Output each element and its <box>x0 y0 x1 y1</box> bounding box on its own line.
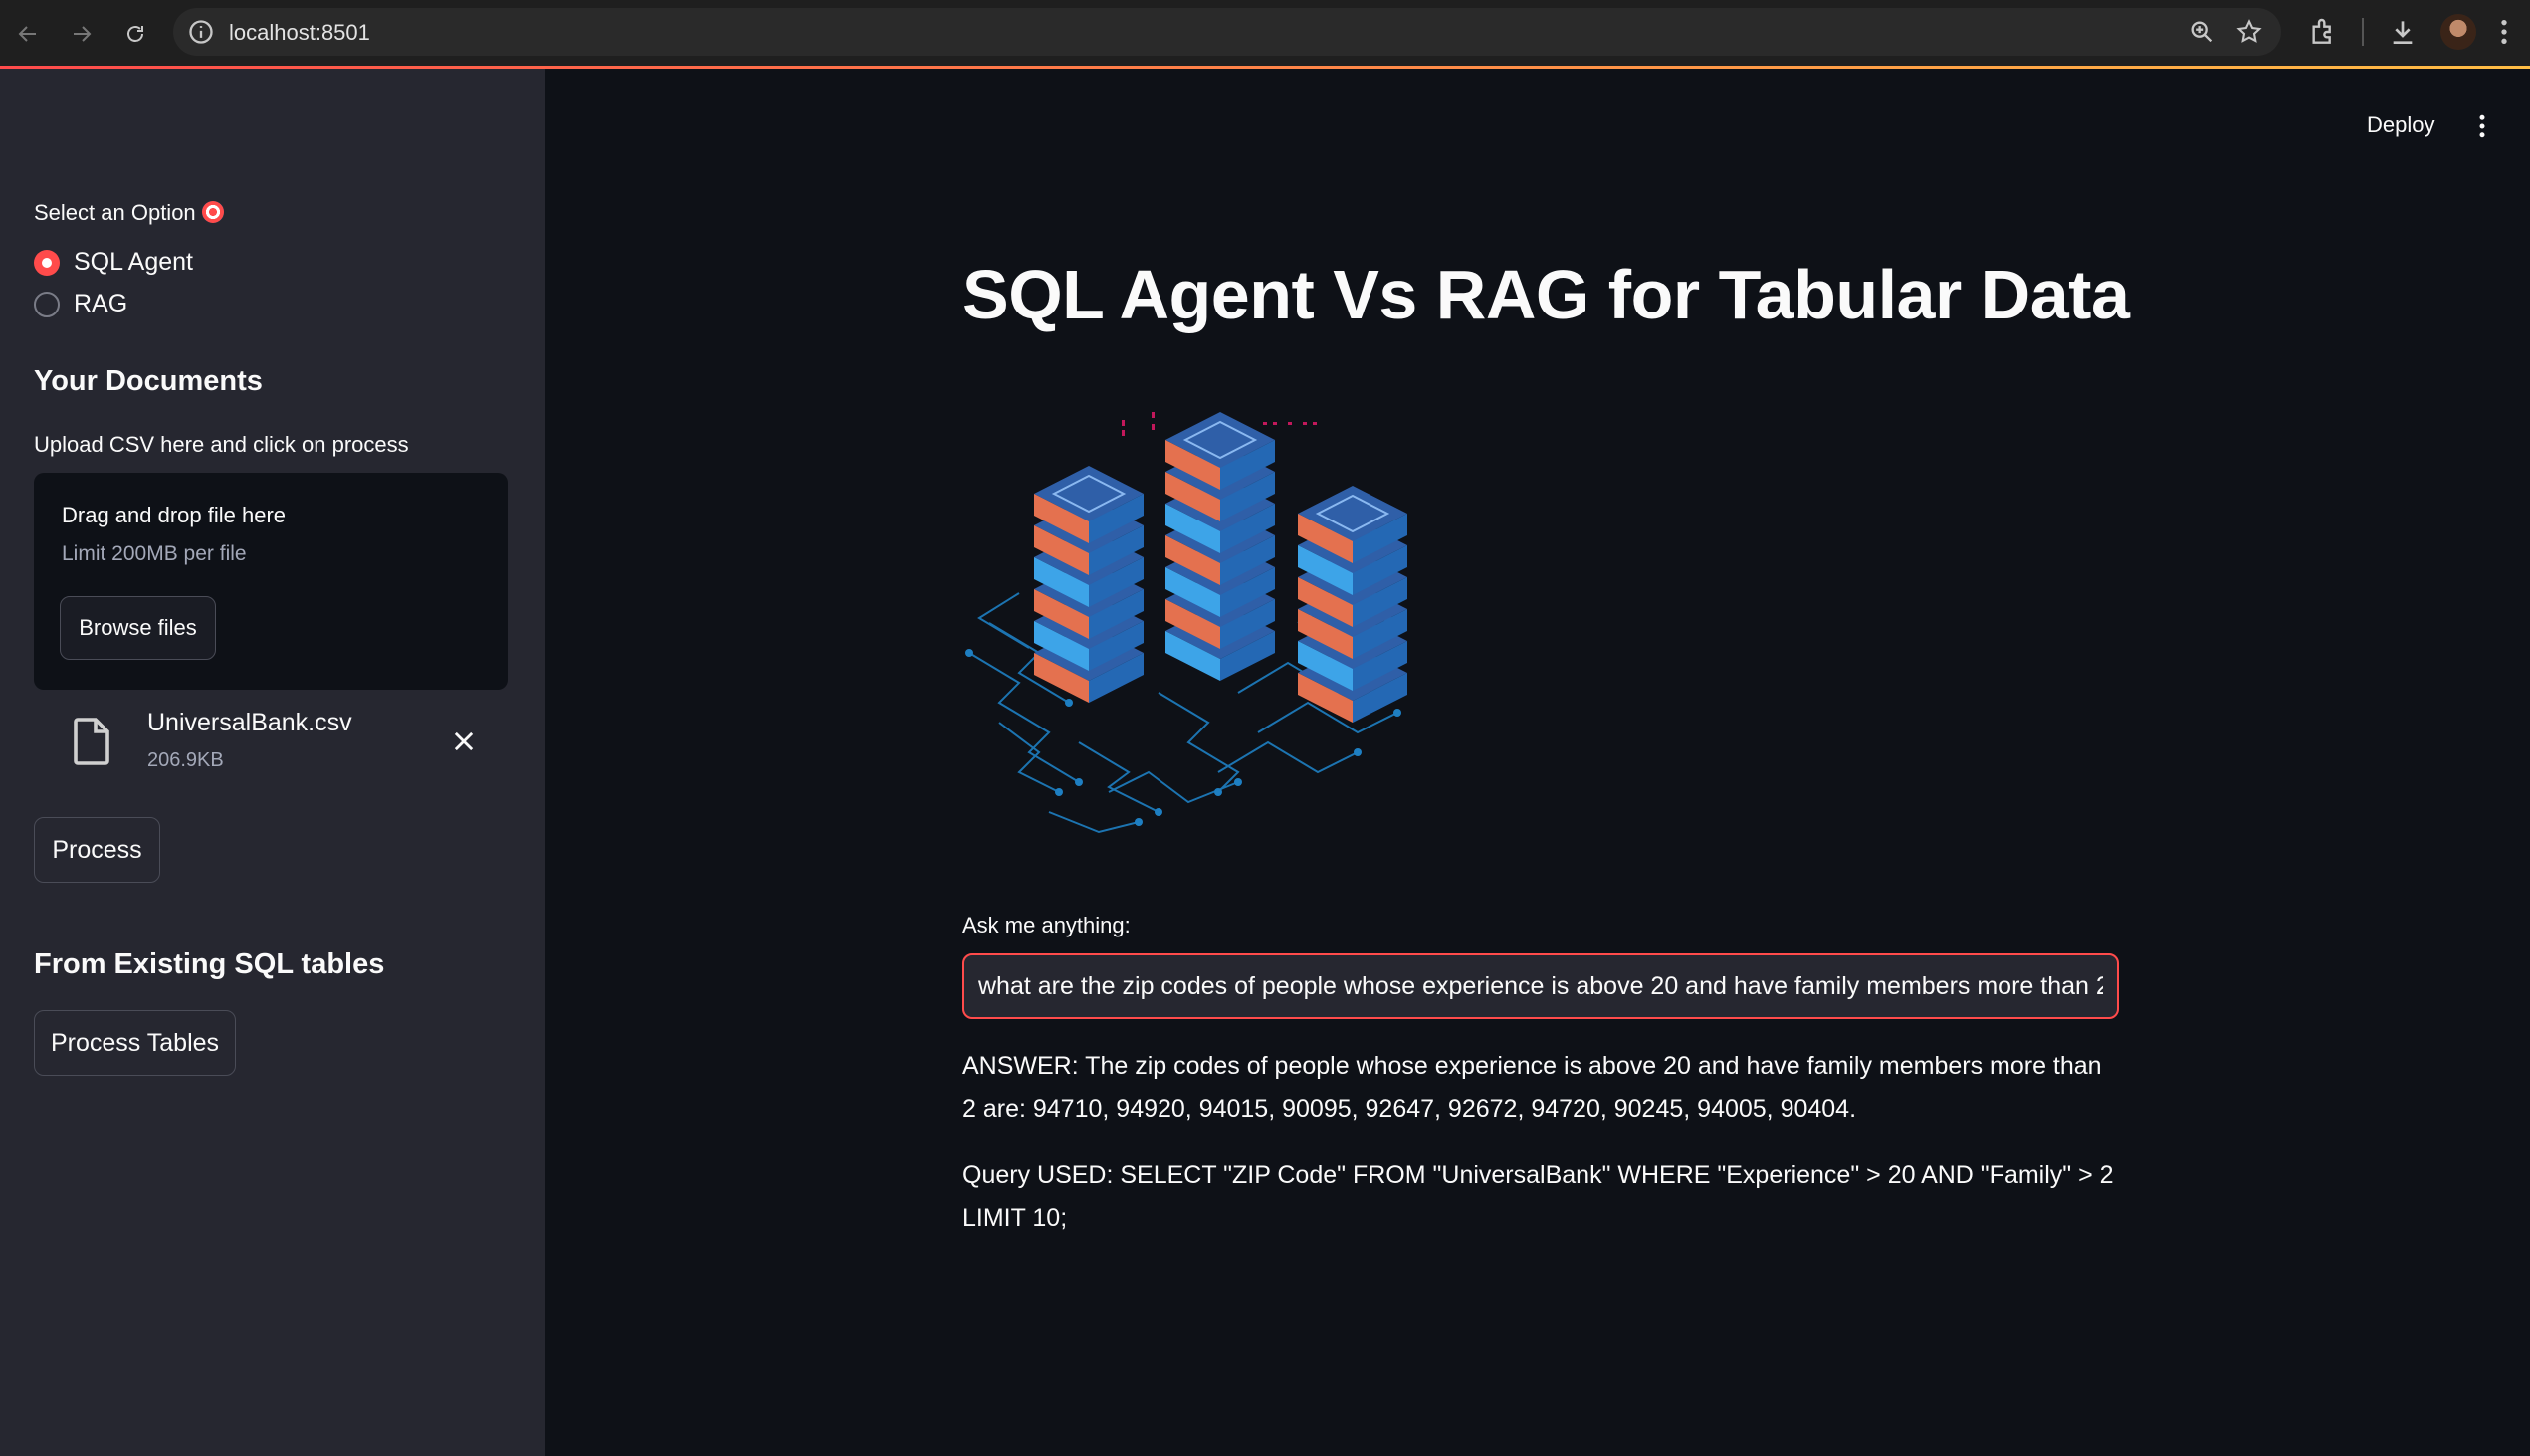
profile-avatar[interactable] <box>2440 14 2476 50</box>
upload-instruction: Upload CSV here and click on process <box>34 432 409 457</box>
toolbar-divider <box>2362 18 2364 46</box>
app-menu-icon[interactable] <box>2470 111 2494 141</box>
deploy-button[interactable]: Deploy <box>2367 112 2434 138</box>
back-arrow-icon <box>18 26 36 42</box>
radio-label-sql-agent: SQL Agent <box>74 248 193 276</box>
server-stack-illustration <box>965 412 1407 834</box>
existing-tables-heading: From Existing SQL tables <box>34 948 385 980</box>
radio-option-sql-agent[interactable]: SQL Agent <box>34 248 193 277</box>
sidebar: Select an Option SQL Agent RAG Your Docu… <box>0 69 545 1456</box>
reload-button[interactable] <box>115 14 155 54</box>
address-bar[interactable]: localhost:8501 <box>173 8 2281 56</box>
radio-option-rag[interactable]: RAG <box>34 290 127 318</box>
ask-label: Ask me anything: <box>962 913 1131 937</box>
download-icon[interactable] <box>2387 16 2419 48</box>
option-select-label: Select an Option <box>34 200 224 226</box>
zoom-icon[interactable] <box>2188 18 2215 46</box>
radio-selected-icon[interactable] <box>34 249 60 276</box>
radio-label-rag: RAG <box>74 290 128 317</box>
process-button[interactable]: Process <box>34 817 160 883</box>
reload-icon <box>127 26 143 42</box>
site-info-icon[interactable] <box>187 18 215 46</box>
page-title: SQL Agent Vs RAG for Tabular Data <box>962 256 2130 333</box>
documents-heading: Your Documents <box>34 365 263 397</box>
forward-arrow-icon <box>74 26 92 42</box>
browser-menu-icon[interactable] <box>2494 16 2514 48</box>
dart-target-icon <box>201 201 224 223</box>
forward-button[interactable] <box>62 14 102 54</box>
browse-files-button[interactable]: Browse files <box>60 596 216 660</box>
dropzone-title: Drag and drop file here <box>62 503 287 527</box>
back-button[interactable] <box>8 14 48 54</box>
extensions-icon[interactable] <box>2307 16 2339 48</box>
answer-text: ANSWER: The zip codes of people whose ex… <box>962 1052 2102 1123</box>
process-tables-button[interactable]: Process Tables <box>34 1010 236 1076</box>
remove-file-icon[interactable] <box>450 728 478 755</box>
uploaded-file-name: UniversalBank.csv <box>147 709 352 736</box>
url-text: localhost:8501 <box>229 20 370 45</box>
question-input[interactable] <box>962 953 2119 1019</box>
dropzone-limit: Limit 200MB per file <box>62 542 247 565</box>
option-select-label-text: Select an Option <box>34 200 196 225</box>
radio-unselected-icon[interactable] <box>34 291 60 317</box>
file-icon <box>74 718 109 765</box>
query-text: Query USED: SELECT "ZIP Code" FROM "Univ… <box>962 1161 2114 1232</box>
file-dropzone[interactable]: Drag and drop file here Limit 200MB per … <box>34 473 508 690</box>
browser-toolbar: localhost:8501 <box>0 0 2530 68</box>
uploaded-file-size: 206.9KB <box>147 749 224 771</box>
bookmark-star-icon[interactable] <box>2235 18 2263 46</box>
